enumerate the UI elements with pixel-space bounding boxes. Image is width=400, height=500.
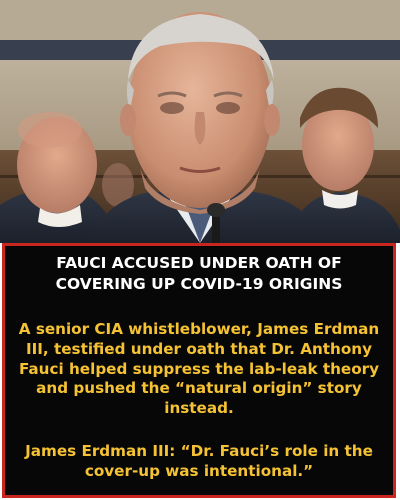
headline-line: FAUCI ACCUSED UNDER OATH OF xyxy=(56,254,342,272)
body-line: and pushed the “natural origin” story xyxy=(36,379,362,398)
body-paragraph: A senior CIA whistleblower, James Erdman… xyxy=(11,320,387,419)
body-line: instead. xyxy=(164,399,234,418)
body-line: III, testified under oath that Dr. Antho… xyxy=(25,339,373,358)
hearing-scene xyxy=(0,0,400,243)
headline-line: COVERING UP COVID-19 ORIGINS xyxy=(55,275,343,293)
hearing-photo xyxy=(0,0,400,243)
quote-line: cover-up was intentional.” xyxy=(84,461,314,480)
quote-paragraph: James Erdman III: “Dr. Fauci’s role in t… xyxy=(11,442,387,482)
body-line: A senior CIA whistleblower, James Erdman xyxy=(18,320,380,338)
caption-panel: FAUCI ACCUSED UNDER OATH OF COVERING UP … xyxy=(2,243,396,498)
headline: FAUCI ACCUSED UNDER OATH OF COVERING UP … xyxy=(5,253,393,295)
quote-line: James Erdman III: “Dr. Fauci’s role in t… xyxy=(25,442,373,460)
body-line: Fauci helped suppress the lab-leak theor… xyxy=(18,359,380,378)
post-image: FAUCI ACCUSED UNDER OATH OF COVERING UP … xyxy=(0,0,400,500)
